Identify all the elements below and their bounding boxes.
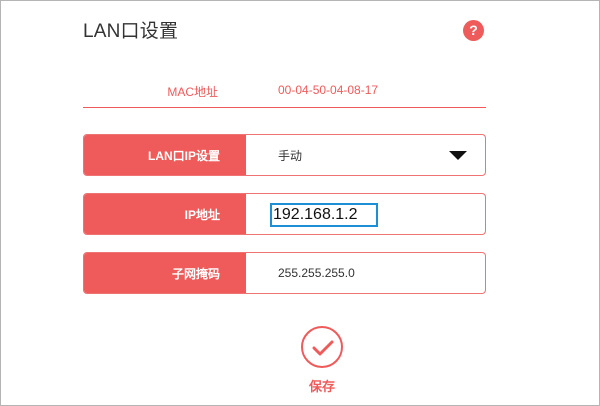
save-button[interactable]: [301, 326, 343, 368]
mac-address-value: 00-04-50-04-08-17: [278, 83, 379, 97]
subnet-mask-row: 子网掩码 255.255.255.0: [83, 252, 486, 294]
ip-address-row: IP地址: [83, 193, 486, 235]
mac-address-row: MAC地址 00-04-50-04-08-17: [83, 79, 486, 108]
ip-address-input[interactable]: [270, 203, 378, 227]
lan-ip-mode-select[interactable]: LAN口IP设置 手动: [83, 134, 486, 176]
ip-address-label: IP地址: [84, 194, 246, 234]
subnet-mask-label: 子网掩码: [84, 253, 246, 293]
mac-address-label: MAC地址: [167, 85, 218, 99]
page-title: LAN口设置: [83, 21, 179, 42]
settings-panel: LAN口设置 ? MAC地址 00-04-50-04-08-17 LAN口IP设…: [0, 0, 600, 406]
lan-ip-mode-label: LAN口IP设置: [84, 135, 246, 175]
help-icon[interactable]: ?: [463, 20, 484, 41]
chevron-down-icon[interactable]: [449, 151, 467, 160]
subnet-mask-value[interactable]: 255.255.255.0: [246, 253, 485, 293]
save-button-label[interactable]: 保存: [301, 376, 343, 395]
checkmark-icon: [312, 340, 334, 356]
